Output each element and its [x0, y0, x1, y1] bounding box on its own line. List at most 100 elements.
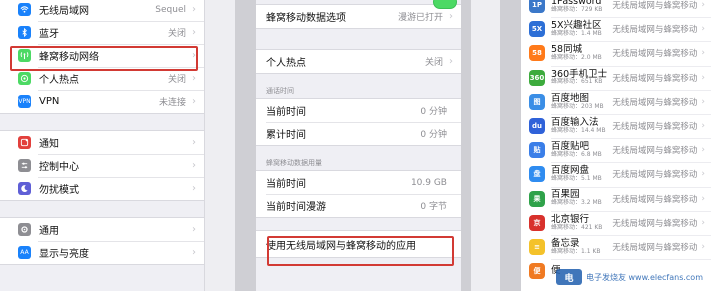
gear-icon: [18, 223, 31, 236]
app-network-setting: 无线局域网与蜂窝移动: [612, 97, 698, 108]
settings-group-connectivity: 无线局域网 Sequel › 蓝牙 关闭 › 蜂窝移动网络 › 个人热点 关闭 …: [0, 0, 204, 114]
chevron-right-icon: ›: [701, 72, 705, 83]
app-row[interactable]: 1P 1Password 蜂窝移动：729 KB 无线局域网与蜂窝移动 ›: [521, 0, 711, 17]
settings-item-hotspot[interactable]: 个人热点 关闭 ›: [0, 67, 204, 90]
settings-item-wlan[interactable]: 无线局域网 Sequel ›: [0, 0, 204, 21]
chevron-right-icon: ›: [701, 24, 705, 35]
app-list: 1P 1Password 蜂窝移动：729 KB 无线局域网与蜂窝移动 › 5X 5X兴趣社…: [521, 0, 711, 283]
row-label: 蜂窝移动数据选项: [266, 13, 346, 24]
settings-item-display-brightness[interactable]: AA 显示与亮度 ›: [0, 241, 204, 264]
app-icon: 京: [529, 214, 545, 231]
chevron-right-icon: ›: [449, 56, 453, 67]
app-icon: 便: [529, 263, 545, 280]
chevron-right-icon: ›: [701, 145, 705, 156]
chevron-right-icon: ›: [701, 96, 705, 107]
chevron-right-icon: ›: [701, 0, 705, 11]
app-row[interactable]: 5X 5X兴趣社区 蜂窝移动：1.4 MB 无线局域网与蜂窝移动 ›: [521, 17, 711, 41]
settings-item-label: 通用: [39, 226, 59, 237]
hotspot-icon: [18, 72, 31, 85]
app-row[interactable]: 360 360手机卫士 蜂窝移动：651 KB 无线局域网与蜂窝移动 ›: [521, 65, 711, 90]
settings-item-control-center[interactable]: 控制中心 ›: [0, 154, 204, 177]
settings-group-general: 通用 › AA 显示与亮度 ›: [0, 217, 204, 265]
watermark-text: 电子发烧友 www.elecfans.com: [585, 272, 703, 282]
cellular-usage-header: 蜂窝移动数据用量: [266, 159, 322, 167]
app-info: 百果园 蜂窝移动：3.2 MB: [551, 190, 612, 206]
app-info: 百度地图 蜂窝移动：203 MB: [551, 93, 612, 110]
settings-item-do-not-disturb[interactable]: 勿扰模式 ›: [0, 177, 204, 200]
wifi-icon: [18, 3, 31, 16]
app-icon: 360: [529, 69, 545, 86]
app-usage: 蜂窝移动：1.1 KB: [551, 247, 601, 255]
chevron-right-icon: ›: [192, 96, 196, 107]
chevron-right-icon: ›: [449, 11, 453, 22]
settings-item-label: 控制中心: [39, 162, 79, 173]
app-usage: 蜂窝移动：651 KB: [551, 78, 603, 86]
app-info: 百度贴吧 蜂窝移动：6.8 MB: [551, 142, 612, 158]
chevron-right-icon: ›: [701, 121, 705, 132]
settings-item-vpn[interactable]: VPN VPN 未连接 ›: [0, 90, 204, 113]
chevron-right-icon: ›: [192, 4, 196, 15]
app-usage: 蜂窝移动：421 KB: [551, 223, 603, 231]
app-network-setting: 无线局域网与蜂窝移动: [612, 194, 698, 205]
call-lifetime-row: 累计时间 0 分钟: [256, 122, 461, 145]
app-usage: 蜂窝移动：203 MB: [551, 102, 604, 110]
app-row[interactable]: du 百度输入法 蜂窝移动：14.4 MB 无线局域网与蜂窝移动 ›: [521, 113, 711, 138]
app-usage: 蜂窝移动：729 KB: [551, 5, 603, 13]
antenna-icon: [18, 49, 31, 62]
app-network-setting: 无线局域网与蜂窝移动: [612, 73, 698, 84]
cellular-data-options-row[interactable]: 蜂窝移动数据选项 漫游已打开 ›: [256, 5, 461, 28]
call-time-header: 通话时间: [266, 87, 294, 95]
personal-hotspot-row[interactable]: 个人热点 关闭 ›: [256, 50, 461, 73]
app-icon: ≡: [529, 238, 545, 255]
wlan-apps-group: 使用无线局域网与蜂窝移动的应用: [256, 230, 461, 258]
chevron-right-icon: ›: [192, 50, 196, 61]
settings-item-bluetooth[interactable]: 蓝牙 关闭 ›: [0, 21, 204, 44]
app-row[interactable]: 京北京银行 蜂窝移动：421 KB 无线局域网与蜂窝移动 ›: [521, 210, 711, 235]
settings-item-value: Sequel: [155, 4, 186, 15]
settings-item-notifications[interactable]: 通知 ›: [0, 131, 204, 154]
app-info: 百度输入法 蜂窝移动：14.4 MB: [551, 117, 612, 134]
settings-item-label: 蓝牙: [39, 29, 59, 40]
settings-item-label: 通知: [39, 139, 59, 150]
row-label: 当前时间: [266, 107, 306, 118]
settings-item-label: 个人热点: [39, 75, 79, 86]
app-network-setting: 无线局域网与蜂窝移动: [612, 49, 698, 60]
chevron-right-icon: ›: [192, 183, 196, 194]
row-value: 漫游已打开: [397, 13, 443, 23]
app-info: 5X兴趣社区 蜂窝移动：1.4 MB: [551, 21, 612, 37]
usage-current-period-row: 当前时间 10.9 GB: [256, 171, 461, 194]
call-time-group: 当前时间 0 分钟 累计时间 0 分钟: [256, 98, 461, 146]
row-label: 当前时间漫游: [266, 202, 326, 213]
settings-item-cellular[interactable]: 蜂窝移动网络 ›: [0, 44, 204, 67]
cellular-detail-panel: 蜂窝移动数据选项 漫游已打开 › 个人热点 关闭 › 通话时间 当前时间 0 分…: [256, 0, 461, 291]
app-icon: 盘: [529, 166, 545, 183]
app-icon: 贴: [529, 142, 545, 159]
row-label: 个人热点: [266, 58, 306, 69]
bluetooth-icon: [18, 26, 31, 39]
settings-item-label: 蜂窝移动网络: [39, 52, 99, 63]
app-network-setting: 无线局域网与蜂窝移动: [612, 122, 698, 133]
chevron-right-icon: ›: [701, 169, 705, 180]
app-network-setting: 无线局域网与蜂窝移动: [612, 170, 698, 181]
chevron-right-icon: ›: [192, 137, 196, 148]
vpn-icon: VPN: [18, 95, 31, 108]
app-icon: du: [529, 118, 545, 135]
app-row[interactable]: 58 58同城 蜂窝移动：2.0 MB 无线局域网与蜂窝移动 ›: [521, 41, 711, 65]
settings-item-label: 勿扰模式: [39, 185, 79, 196]
app-row[interactable]: 盘百度网盘 蜂窝移动：5.1 MB 无线局域网与蜂窝移动 ›: [521, 162, 711, 186]
settings-item-label: 显示与亮度: [39, 249, 89, 260]
app-row[interactable]: 图百度地图 蜂窝移动：203 MB 无线局域网与蜂窝移动 ›: [521, 89, 711, 114]
app-info: 备忘录 蜂窝移动：1.1 KB: [551, 238, 612, 255]
usage-roaming-row: 当前时间漫游 0 字节: [256, 194, 461, 217]
app-icon: 5X: [529, 21, 545, 38]
settings-item-general[interactable]: 通用 ›: [0, 218, 204, 241]
watermark-logo: 电: [555, 269, 582, 285]
app-row[interactable]: 贴百度贴吧 蜂窝移动：6.8 MB 无线局域网与蜂窝移动 ›: [521, 138, 711, 162]
app-row[interactable]: ≡ 备忘录 蜂窝移动：1.1 KB 无线局域网与蜂窝移动 ›: [521, 234, 711, 259]
notification-icon: [18, 136, 31, 149]
chevron-right-icon: ›: [701, 193, 705, 204]
app-row[interactable]: 果百果园 蜂窝移动：3.2 MB 无线局域网与蜂窝移动 ›: [521, 186, 711, 211]
app-info: 北京银行 蜂窝移动：421 KB: [551, 214, 612, 231]
app-info: 1Password 蜂窝移动：729 KB: [551, 0, 612, 13]
wlan-cellular-apps-row[interactable]: 使用无线局域网与蜂窝移动的应用: [256, 231, 461, 257]
